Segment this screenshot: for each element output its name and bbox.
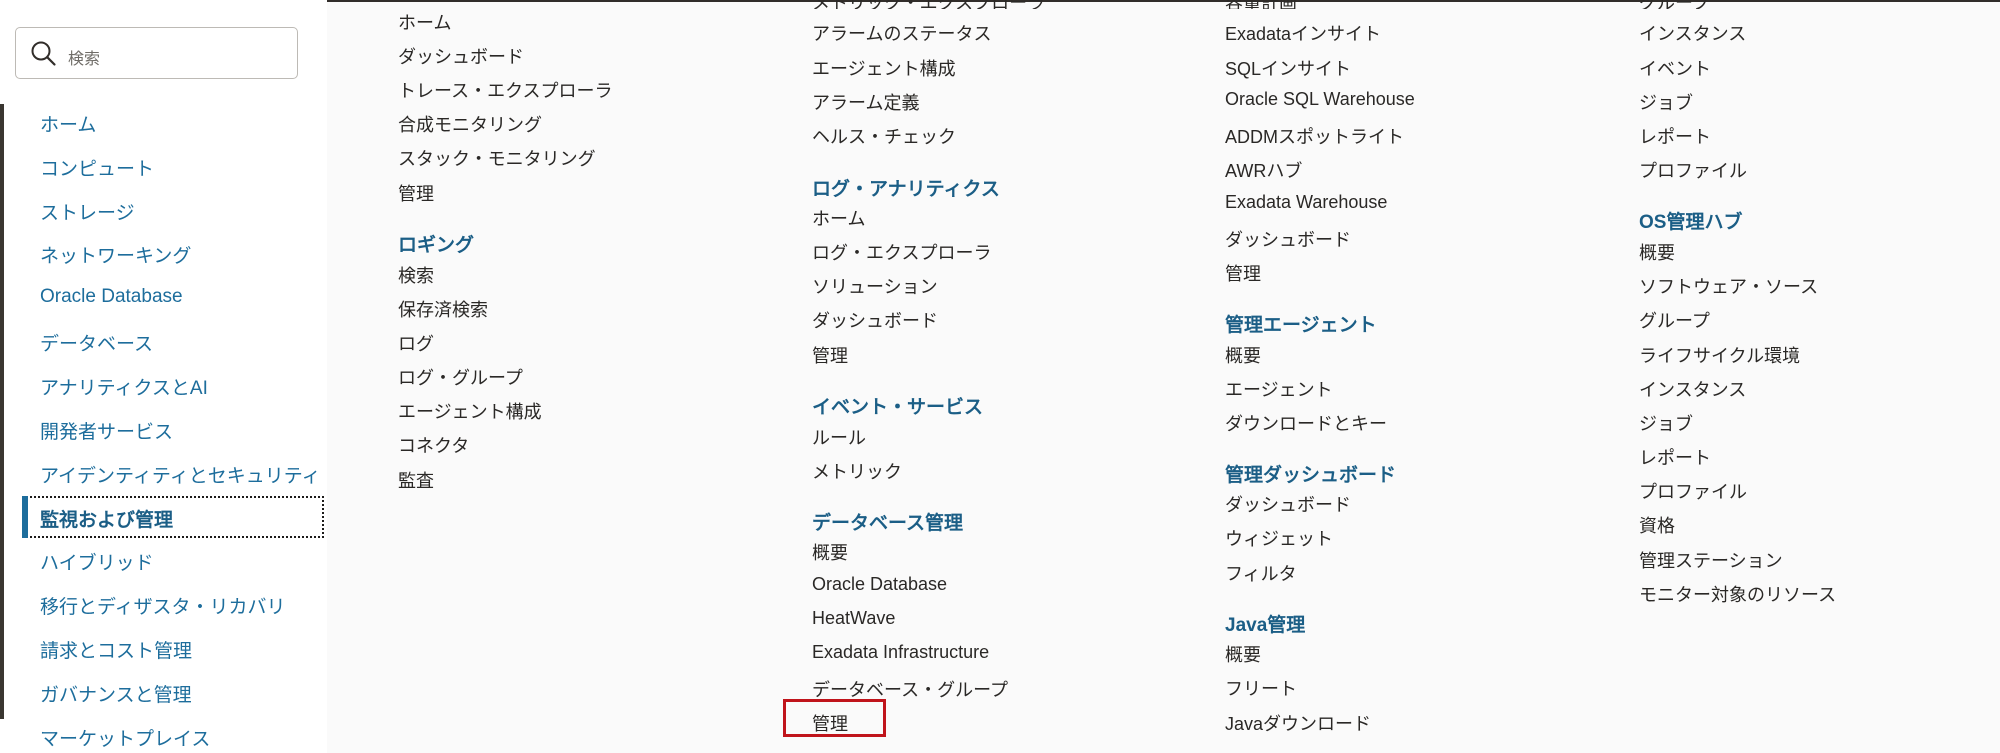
menu-link-apm-dashboards[interactable]: ダッシュボード xyxy=(398,43,524,69)
navigation-sidebar: 検索 ホーム コンピュート ストレージ ネットワーキング Oracle Data… xyxy=(0,0,327,753)
menu-link-osmh-reports[interactable]: レポート xyxy=(1639,444,1711,470)
menu-link-la-home[interactable]: ホーム xyxy=(812,205,865,231)
menu-link-fam-reports[interactable]: レポート xyxy=(1639,123,1711,149)
menu-link-la-dashboards[interactable]: ダッシュボード xyxy=(812,307,938,333)
menu-link-log-explorer[interactable]: ログ・エクスプローラ xyxy=(812,239,991,265)
menu-link-apm-home[interactable]: ホーム xyxy=(398,9,451,35)
menu-link-logs[interactable]: ログ xyxy=(398,330,434,356)
menu-link-downloads-keys[interactable]: ダウンロードとキー xyxy=(1225,410,1387,436)
menu-link-java-download[interactable]: Javaダウンロード xyxy=(1225,710,1371,736)
menu-link-osmh-instances[interactable]: インスタンス xyxy=(1639,376,1746,402)
sidebar-item-oracle-database[interactable]: Oracle Database xyxy=(40,286,183,308)
partial-label: 容量計画 xyxy=(1225,0,1297,9)
menu-link-awr-hub[interactable]: AWRハブ xyxy=(1225,157,1302,183)
menu-link-oracle-sql-warehouse[interactable]: Oracle SQL Warehouse xyxy=(1225,89,1415,110)
menu-heading-logging: ロギング xyxy=(398,235,475,256)
sidebar-item-networking[interactable]: ネットワーキング xyxy=(40,241,191,268)
sidebar-item-migration-dr[interactable]: 移行とディザスタ・リカバリ xyxy=(40,592,285,619)
sidebar-item-storage[interactable]: ストレージ xyxy=(40,198,135,225)
menu-link-lifecycle-environments[interactable]: ライフサイクル環境 xyxy=(1639,342,1800,368)
menu-link-alarm-definitions[interactable]: アラーム定義 xyxy=(812,89,919,115)
menu-link-fam-profiles[interactable]: プロファイル xyxy=(1639,157,1747,183)
menu-heading-management-agent: 管理エージェント xyxy=(1225,315,1377,336)
sidebar-item-hybrid[interactable]: ハイブリッド xyxy=(40,548,154,575)
menu-link-agent-configurations[interactable]: エージェント構成 xyxy=(398,398,542,424)
sidebar-item-governance[interactable]: ガバナンスと管理 xyxy=(40,680,192,707)
menu-heading-database-management: データベース管理 xyxy=(812,513,964,534)
menu-heading-log-analytics: ログ・アナリティクス xyxy=(812,179,1000,200)
menu-link-audit[interactable]: 監査 xyxy=(398,467,434,493)
menu-link-entitlements[interactable]: 資格 xyxy=(1639,512,1675,538)
menu-link-sql-insights[interactable]: SQLインサイト xyxy=(1225,55,1351,81)
menu-link-health-checks[interactable]: ヘルス・チェック xyxy=(812,123,956,149)
menu-link-event-metrics[interactable]: メトリック xyxy=(812,458,902,484)
menu-link-fam-jobs[interactable]: ジョブ xyxy=(1639,89,1693,115)
search-placeholder: 検索 xyxy=(68,51,101,68)
menu-link-management-stations[interactable]: 管理ステーション xyxy=(1639,547,1783,573)
sidebar-scroll-rule xyxy=(0,104,4,719)
menu-link-opsi-administration[interactable]: 管理 xyxy=(1225,260,1261,286)
search-input[interactable]: 検索 xyxy=(15,27,298,79)
menu-link-fleets[interactable]: フリート xyxy=(1225,675,1297,701)
menu-heading-os-management-hub: OS管理ハブ xyxy=(1639,212,1743,233)
menu-link-fam-events[interactable]: イベント xyxy=(1639,55,1711,81)
sidebar-item-identity-security[interactable]: アイデンティティとセキュリティ xyxy=(40,461,321,488)
menu-link-agent-overview[interactable]: 概要 xyxy=(1225,342,1261,368)
menu-link-osmh-jobs[interactable]: ジョブ xyxy=(1639,410,1693,436)
sidebar-item-databases[interactable]: データベース xyxy=(40,329,153,356)
menu-link-fam-instances[interactable]: インスタンス xyxy=(1639,20,1746,46)
sidebar-item-analytics-ai[interactable]: アナリティクスとAI xyxy=(40,373,208,400)
highlight-box xyxy=(783,699,886,737)
menu-link-logging-search[interactable]: 検索 xyxy=(398,262,434,288)
menu-link-log-groups[interactable]: ログ・グループ xyxy=(398,364,523,390)
menu-link-agents[interactable]: エージェント xyxy=(1225,376,1333,402)
menu-heading-java-management: Java管理 xyxy=(1225,615,1306,636)
menu-link-java-overview[interactable]: 概要 xyxy=(1225,641,1261,667)
menu-link-osmh-profiles[interactable]: プロファイル xyxy=(1639,478,1747,504)
menu-link-trace-explorer[interactable]: トレース・エクスプローラ xyxy=(398,77,613,103)
menu-link-md-dashboards[interactable]: ダッシュボード xyxy=(1225,491,1351,517)
menu-link-filters[interactable]: フィルタ xyxy=(1225,560,1297,586)
menu-link-osmh-groups[interactable]: グループ xyxy=(1639,307,1710,333)
menu-link-stack-monitoring[interactable]: スタック・モニタリング xyxy=(398,145,596,171)
menu-link-widgets[interactable]: ウィジェット xyxy=(1225,525,1333,551)
sidebar-item-label: 監視および管理 xyxy=(40,510,174,531)
menu-heading-management-dashboard: 管理ダッシュボード xyxy=(1225,465,1397,486)
sidebar-item-developer-services[interactable]: 開発者サービス xyxy=(40,417,173,444)
menu-link-software-sources[interactable]: ソフトウェア・ソース xyxy=(1639,273,1818,299)
menu-link-alarm-status[interactable]: アラームのステータス xyxy=(812,20,991,46)
sidebar-item-compute[interactable]: コンピュート xyxy=(40,154,154,181)
menu-link-solutions[interactable]: ソリューション xyxy=(812,273,938,299)
menu-link-dbm-heatwave[interactable]: HeatWave xyxy=(812,608,895,629)
sidebar-item-marketplace[interactable]: マーケットプレイス xyxy=(40,724,210,751)
menu-link-monitoring-agent-config[interactable]: エージェント構成 xyxy=(812,55,956,81)
menu-link-apm-administration[interactable]: 管理 xyxy=(398,180,434,206)
menu-link-dbm-oracle-database[interactable]: Oracle Database xyxy=(812,574,947,595)
menu-link-opsi-dashboards[interactable]: ダッシュボード xyxy=(1225,226,1351,252)
menu-link-exadata-insights[interactable]: Exadataインサイト xyxy=(1225,20,1381,46)
menu-link-osmh-overview[interactable]: 概要 xyxy=(1639,239,1675,265)
menu-link-exadata-warehouse[interactable]: Exadata Warehouse xyxy=(1225,192,1387,213)
menu-link-partial[interactable]: グループ xyxy=(1639,0,1710,9)
menu-link-la-administration[interactable]: 管理 xyxy=(812,342,848,368)
active-indicator xyxy=(22,496,28,538)
menu-link-saved-searches[interactable]: 保存済検索 xyxy=(398,296,488,322)
menu-link-monitored-resources[interactable]: モニター対象のリソース xyxy=(1639,581,1836,607)
search-icon xyxy=(31,41,56,66)
sidebar-item-billing-cost[interactable]: 請求とコスト管理 xyxy=(40,636,192,663)
menu-link-partial[interactable]: 容量計画 xyxy=(1225,0,1297,9)
menu-heading-events: イベント・サービス xyxy=(812,397,984,418)
sidebar-item-home[interactable]: ホーム xyxy=(40,110,96,137)
menu-link-addm-spotlight[interactable]: ADDMスポットライト xyxy=(1225,123,1404,149)
menu-link-connectors[interactable]: コネクタ xyxy=(398,432,469,458)
menu-link-synthetic-monitoring[interactable]: 合成モニタリング xyxy=(398,111,542,137)
partial-label: グループ xyxy=(1639,0,1710,9)
menu-link-rules[interactable]: ルール xyxy=(812,424,866,450)
menu-link-partial[interactable]: メトリック・エクスプローラ xyxy=(812,0,1045,9)
menu-link-dbm-overview[interactable]: 概要 xyxy=(812,539,848,565)
menu-link-dbm-exadata-infrastructure[interactable]: Exadata Infrastructure xyxy=(812,642,989,663)
partial-label: メトリック・エクスプローラ xyxy=(812,0,1045,9)
